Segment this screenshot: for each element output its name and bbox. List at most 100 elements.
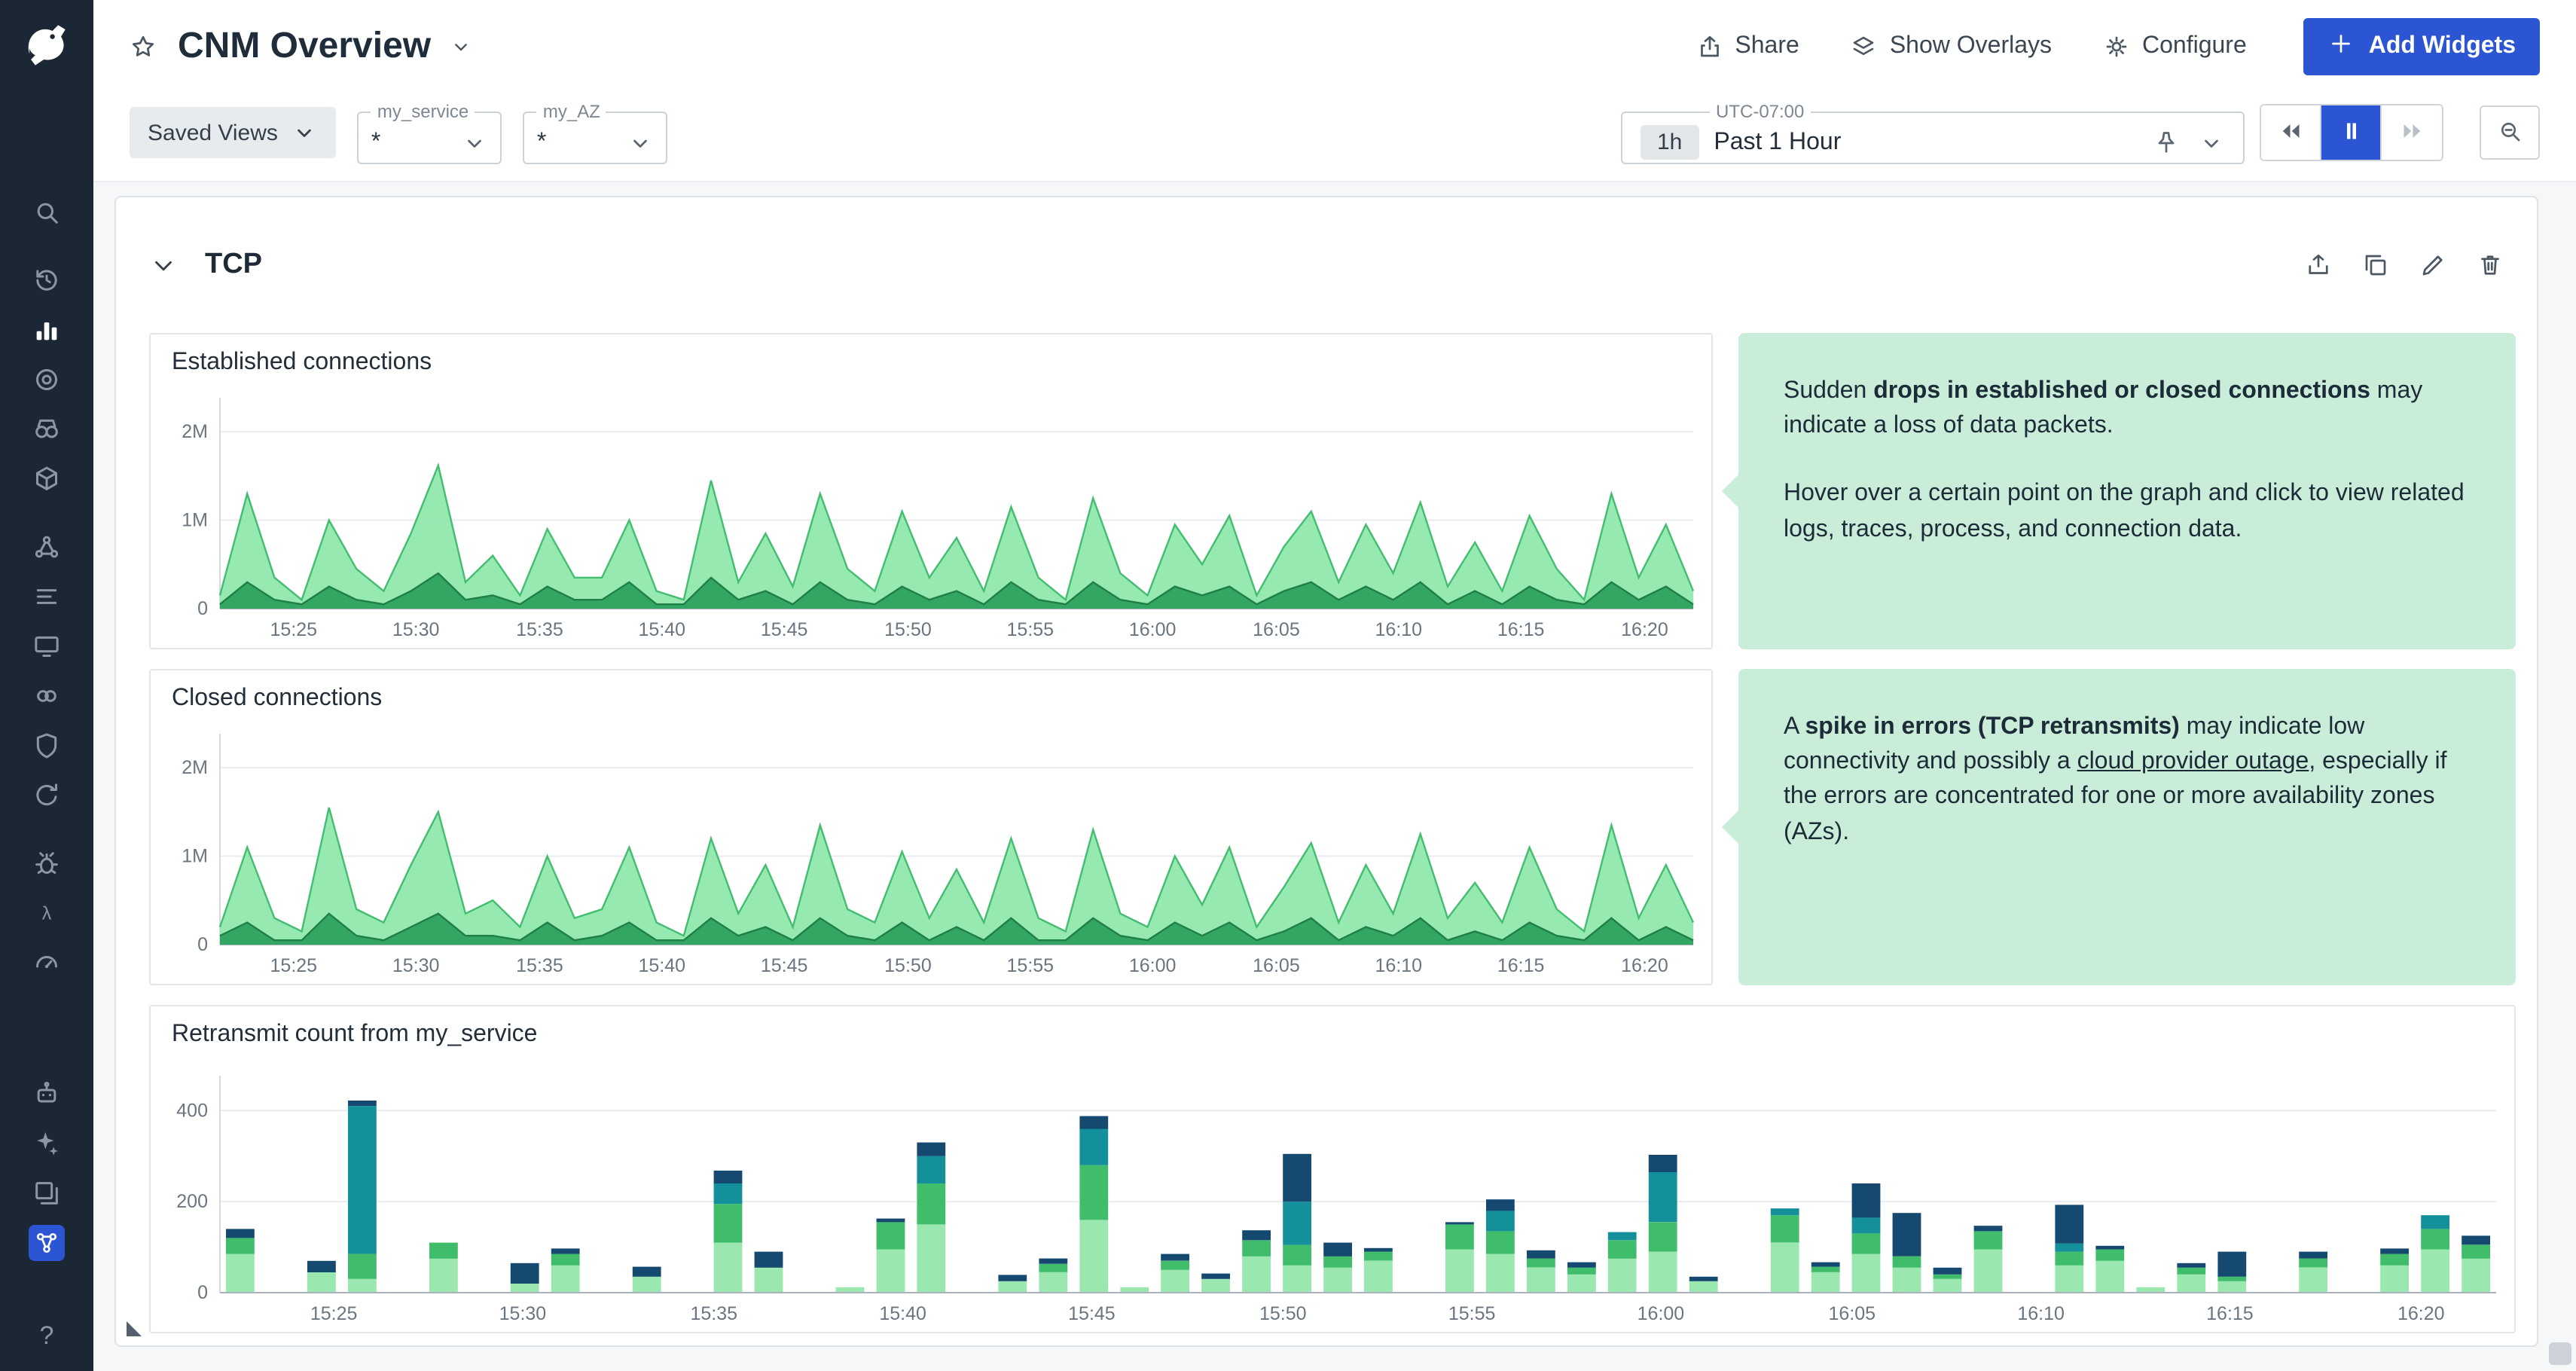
svg-text:15:35: 15:35 xyxy=(516,955,563,976)
timezone-label: UTC-07:00 xyxy=(1710,101,1810,122)
favorite-star-icon[interactable] xyxy=(130,33,157,60)
svg-text:16:00: 16:00 xyxy=(1129,955,1177,976)
svg-text:15:30: 15:30 xyxy=(392,619,440,640)
sidebar: λ ? xyxy=(0,0,93,1371)
sidebar-item-apm[interactable] xyxy=(0,521,93,571)
delete-button[interactable] xyxy=(2477,252,2504,279)
dashboard-content: TCP Established connections 01M2M15:2515… xyxy=(93,182,2576,1371)
scrollbar-corner[interactable] xyxy=(2549,1342,2571,1365)
title-dropdown-icon[interactable] xyxy=(449,35,473,59)
sparkle-icon xyxy=(32,1128,62,1158)
time-range-picker[interactable]: UTC-07:00 1h Past 1 Hour xyxy=(1621,101,2245,164)
retransmit-count-chart[interactable]: 020040015:2515:3015:3515:4015:4515:5015:… xyxy=(151,1061,2514,1332)
template-var-my-az[interactable]: my_AZ * xyxy=(523,101,668,164)
sidebar-item-network-monitoring[interactable] xyxy=(0,1217,93,1267)
copy-icon xyxy=(2362,252,2389,279)
sidebar-item-rum[interactable] xyxy=(0,621,93,670)
svg-text:16:20: 16:20 xyxy=(1621,619,1668,640)
datadog-logo-icon[interactable] xyxy=(18,12,75,78)
svg-text:0: 0 xyxy=(197,598,208,619)
note-retransmits: A spike in errors (TCP retransmits) may … xyxy=(1738,669,2516,985)
sidebar-nav: λ xyxy=(0,187,93,1267)
add-widgets-button[interactable]: Add Widgets xyxy=(2304,18,2540,75)
svg-text:15:25: 15:25 xyxy=(270,619,318,640)
svg-text:1M: 1M xyxy=(182,510,208,531)
svg-text:16:05: 16:05 xyxy=(1828,1303,1876,1324)
svg-text:16:00: 16:00 xyxy=(1129,619,1177,640)
sidebar-item-error-tracking[interactable] xyxy=(0,838,93,887)
template-var-value: * xyxy=(537,129,627,156)
chevron-down-icon xyxy=(2198,129,2225,156)
zoom-out-icon xyxy=(2496,117,2523,148)
apm-icon xyxy=(32,531,62,561)
sidebar-item-copilot[interactable] xyxy=(0,1118,93,1168)
closed-connections-widget: Closed connections 01M2M15:2515:3015:351… xyxy=(149,669,1713,985)
fast-forward-icon xyxy=(2398,117,2425,148)
chart-title: Retransmit count from my_service xyxy=(151,1006,2514,1061)
add-widgets-label: Add Widgets xyxy=(2369,33,2516,60)
retransmit-count-widget: Retransmit count from my_service 0200400… xyxy=(149,1005,2516,1333)
help-button[interactable]: ? xyxy=(27,1317,66,1356)
copy-button[interactable] xyxy=(2362,252,2389,279)
svg-text:15:45: 15:45 xyxy=(761,955,808,976)
history-icon xyxy=(32,264,62,295)
sidebar-item-workflows[interactable] xyxy=(0,1168,93,1217)
group-resize-handle[interactable] xyxy=(127,1321,142,1336)
pin-icon[interactable] xyxy=(2153,129,2180,156)
svg-text:15:50: 15:50 xyxy=(884,619,932,640)
sidebar-item-llm-observability[interactable] xyxy=(0,937,93,987)
chart-title: Closed connections xyxy=(151,670,1711,725)
svg-text:15:40: 15:40 xyxy=(879,1303,926,1324)
sidebar-item-serverless[interactable]: λ xyxy=(0,887,93,937)
page-title[interactable]: CNM Overview xyxy=(178,26,431,68)
svg-text:16:15: 16:15 xyxy=(1497,619,1545,640)
collapse-group-icon[interactable] xyxy=(149,251,178,279)
svg-text:200: 200 xyxy=(176,1191,208,1212)
svg-text:15:55: 15:55 xyxy=(1448,1303,1496,1324)
closed-connections-chart[interactable]: 01M2M15:2515:3015:3515:4015:4515:5015:55… xyxy=(151,725,1711,984)
configure-label: Configure xyxy=(2142,33,2247,60)
sidebar-item-watchdog[interactable] xyxy=(0,404,93,453)
svg-text:2M: 2M xyxy=(182,421,208,442)
svg-text:16:10: 16:10 xyxy=(1375,955,1423,976)
gear-icon xyxy=(2103,33,2130,60)
pause-button[interactable] xyxy=(2321,105,2382,160)
time-backward-button[interactable] xyxy=(2261,105,2321,160)
established-connections-chart[interactable]: 01M2M15:2515:3015:3515:4015:4515:5015:55… xyxy=(151,389,1711,648)
share-button[interactable]: Share xyxy=(1695,33,1799,60)
trash-icon xyxy=(2477,252,2504,279)
svg-text:16:20: 16:20 xyxy=(1621,955,1668,976)
saved-views-button[interactable]: Saved Views xyxy=(130,107,337,158)
zoom-out-button[interactable] xyxy=(2480,105,2540,160)
configure-button[interactable]: Configure xyxy=(2103,33,2247,60)
svg-text:16:05: 16:05 xyxy=(1253,619,1300,640)
note-text: Sudden xyxy=(1784,378,1873,404)
svg-text:400: 400 xyxy=(176,1100,208,1121)
sidebar-item-monitors[interactable] xyxy=(0,354,93,404)
note-link[interactable]: cloud provider outage xyxy=(2077,749,2309,774)
llm-icon xyxy=(32,947,62,977)
note-bold-text: drops in established or closed connectio… xyxy=(1873,378,2370,404)
export-icon xyxy=(2305,252,2332,279)
export-button[interactable] xyxy=(2305,252,2332,279)
sidebar-item-dashboards[interactable] xyxy=(0,304,93,354)
svg-text:15:55: 15:55 xyxy=(1007,619,1055,640)
template-var-my-service[interactable]: my_service * xyxy=(358,101,502,164)
sidebar-item-search[interactable] xyxy=(0,187,93,237)
sidebar-item-integrations[interactable] xyxy=(0,670,93,720)
note-text: A xyxy=(1784,714,1805,740)
sidebar-item-logs[interactable] xyxy=(0,571,93,621)
svg-text:15:50: 15:50 xyxy=(1259,1303,1307,1324)
sidebar-item-recents[interactable] xyxy=(0,255,93,304)
sidebar-item-security[interactable] xyxy=(0,720,93,770)
overlays-icon xyxy=(1851,33,1878,60)
dashboard-header: CNM Overview Share Show Overlays Configu… xyxy=(93,0,2576,182)
show-overlays-button[interactable]: Show Overlays xyxy=(1851,33,2052,60)
note-established: Sudden drops in established or closed co… xyxy=(1738,333,2516,649)
sidebar-item-infrastructure[interactable] xyxy=(0,453,93,503)
time-forward-button[interactable] xyxy=(2382,105,2442,160)
edit-button[interactable] xyxy=(2419,252,2446,279)
svg-text:15:40: 15:40 xyxy=(639,619,686,640)
sidebar-item-ci-cd[interactable] xyxy=(0,770,93,820)
sidebar-item-bits-ai[interactable] xyxy=(0,1068,93,1118)
